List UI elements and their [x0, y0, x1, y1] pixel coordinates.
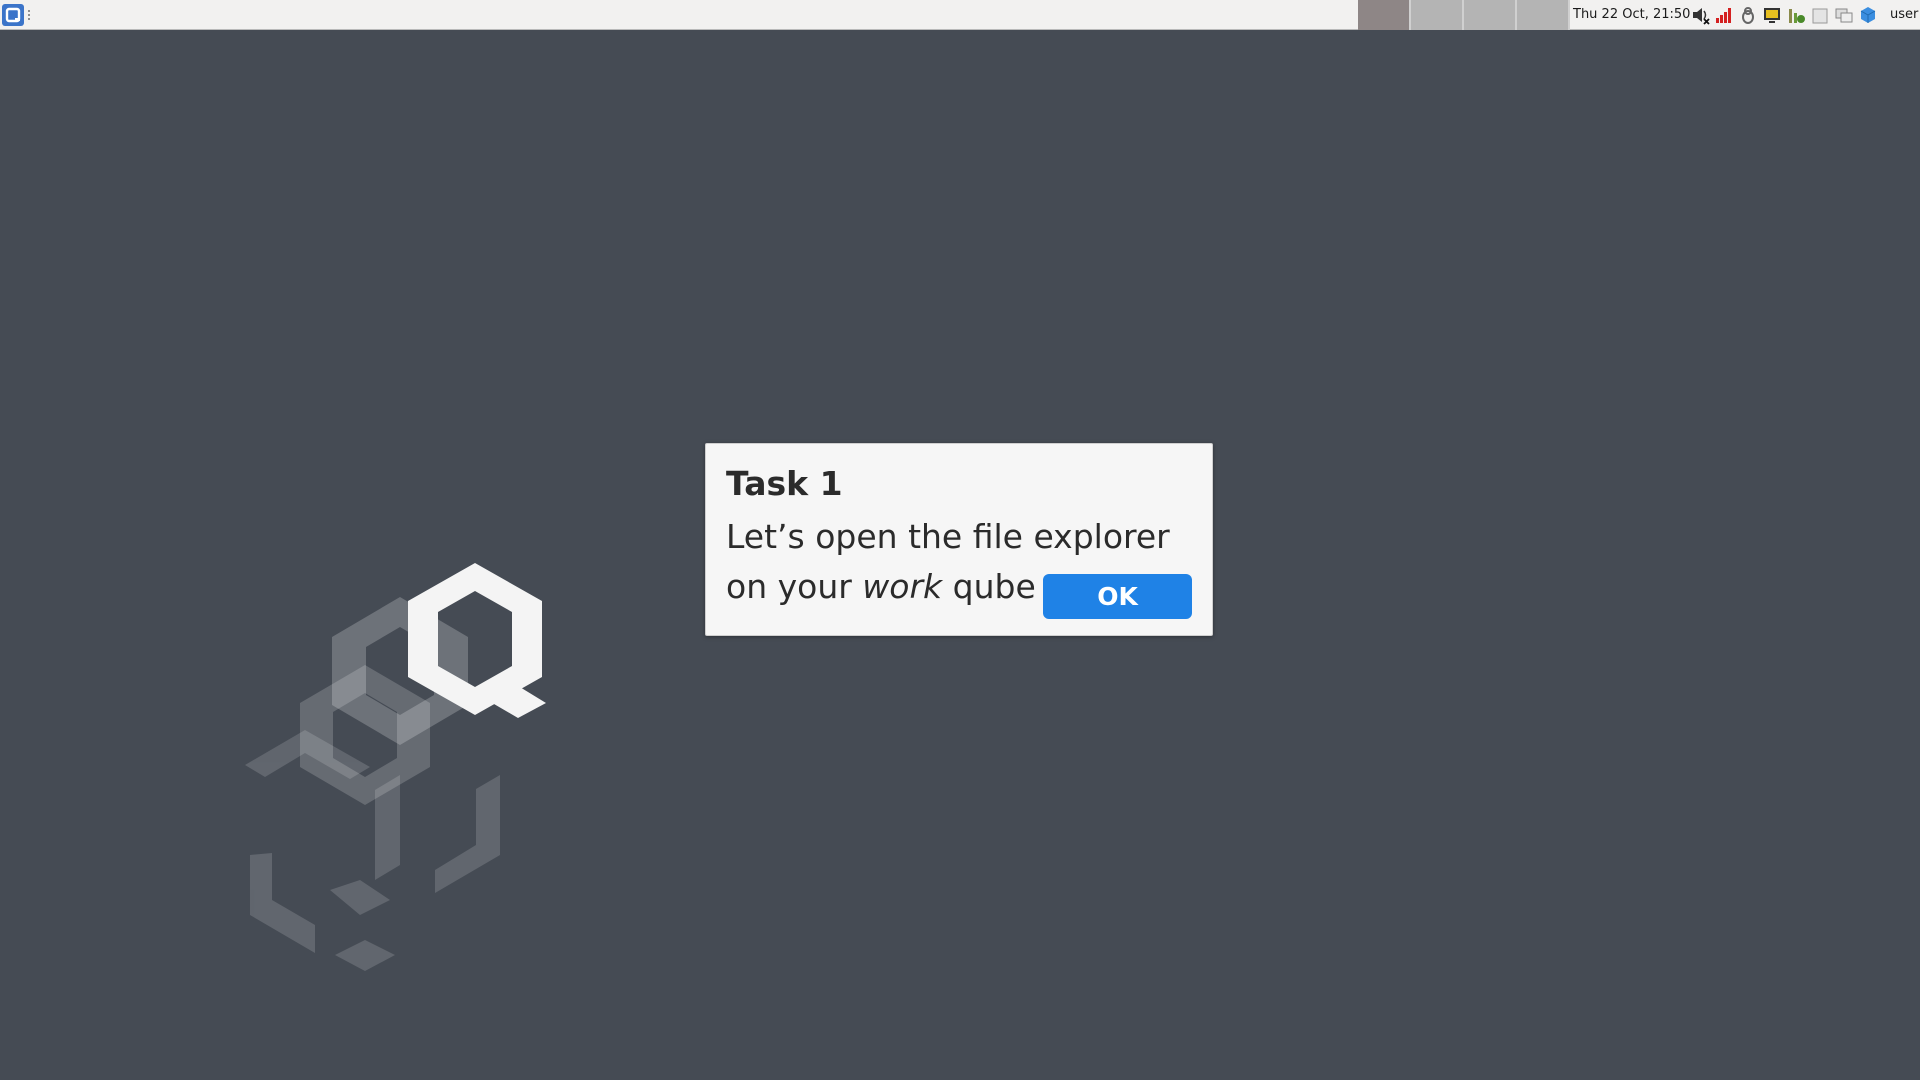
- workspace-switcher: [1358, 0, 1570, 30]
- domains-icon[interactable]: [1786, 5, 1806, 25]
- devices-icon[interactable]: [1762, 5, 1782, 25]
- workspace-1[interactable]: [1358, 0, 1411, 30]
- updates-icon[interactable]: [1738, 5, 1758, 25]
- user-label[interactable]: user: [1890, 0, 1918, 30]
- ok-button[interactable]: OK: [1043, 574, 1192, 619]
- task-dialog: Task 1 Let’s open the file explorer on y…: [705, 443, 1213, 636]
- qube-icon[interactable]: [1858, 5, 1878, 25]
- workspace-4[interactable]: [1517, 0, 1570, 30]
- qubes-menu-icon: [5, 7, 21, 23]
- network-signal-icon[interactable]: [1714, 5, 1734, 25]
- dialog-message-end: qube: [942, 567, 1036, 606]
- volume-muted-icon[interactable]: [1690, 5, 1710, 25]
- dialog-title: Task 1: [726, 464, 843, 503]
- windows-icon[interactable]: [1834, 5, 1854, 25]
- system-tray: [1690, 4, 1878, 26]
- workspace-3[interactable]: [1464, 0, 1517, 30]
- dialog-message-emphasis: work: [862, 567, 943, 606]
- workspace-2[interactable]: [1411, 0, 1464, 30]
- clipboard-icon[interactable]: [1810, 5, 1830, 25]
- top-panel: Thu 22 Oct, 21:50 user: [0, 0, 1920, 30]
- qubes-logo-watermark: [245, 563, 546, 971]
- clock[interactable]: Thu 22 Oct, 21:50: [1573, 0, 1690, 30]
- qubes-menu-button[interactable]: [2, 4, 24, 26]
- panel-grip[interactable]: [28, 9, 30, 21]
